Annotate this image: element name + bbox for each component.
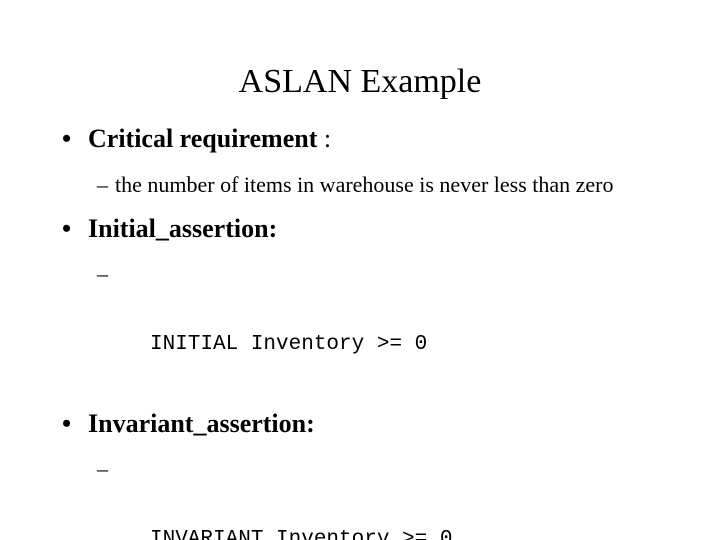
bullet-dot-icon: •	[62, 409, 72, 438]
sub-bullet-critical-requirement: – the number of items in warehouse is ne…	[0, 170, 720, 200]
bullet-label-critical-requirement-colon: :	[317, 124, 332, 153]
bullet-label-critical-requirement: Critical requirement	[88, 124, 318, 153]
slide-body: • Critical requirement : – the number of…	[0, 120, 720, 540]
bullet-label-initial-assertion: Initial_assertion:	[88, 214, 278, 243]
code-text-invariant-assertion: INVARIANT Inventory >= 0	[150, 528, 453, 540]
bullet-label-invariant-assertion: Invariant_assertion:	[88, 409, 315, 438]
dash-marker-icon: –	[97, 261, 108, 286]
slide-canvas: ASLAN Example • Critical requirement : –…	[0, 0, 720, 540]
sub-bullet-text-critical-requirement: the number of items in warehouse is neve…	[115, 172, 614, 197]
bullet-item-initial-assertion: • Initial_assertion:	[0, 210, 720, 248]
code-text-initial-assertion: INITIAL Inventory >= 0	[150, 333, 428, 356]
sub-bullet-initial-assertion-code: – INITIAL Inventory >= 0	[0, 257, 720, 396]
bullet-item-critical-requirement: • Critical requirement :	[0, 120, 720, 158]
bullet-dot-icon: •	[62, 124, 72, 153]
page-title: ASLAN Example	[238, 63, 482, 100]
dash-marker-icon: –	[97, 172, 108, 197]
sub-bullet-invariant-assertion-code: – INVARIANT Inventory >= 0	[0, 452, 720, 540]
bullet-item-invariant-assertion: • Invariant_assertion:	[0, 405, 720, 443]
bullet-dot-icon: •	[62, 214, 72, 243]
dash-marker-icon: –	[97, 456, 108, 481]
